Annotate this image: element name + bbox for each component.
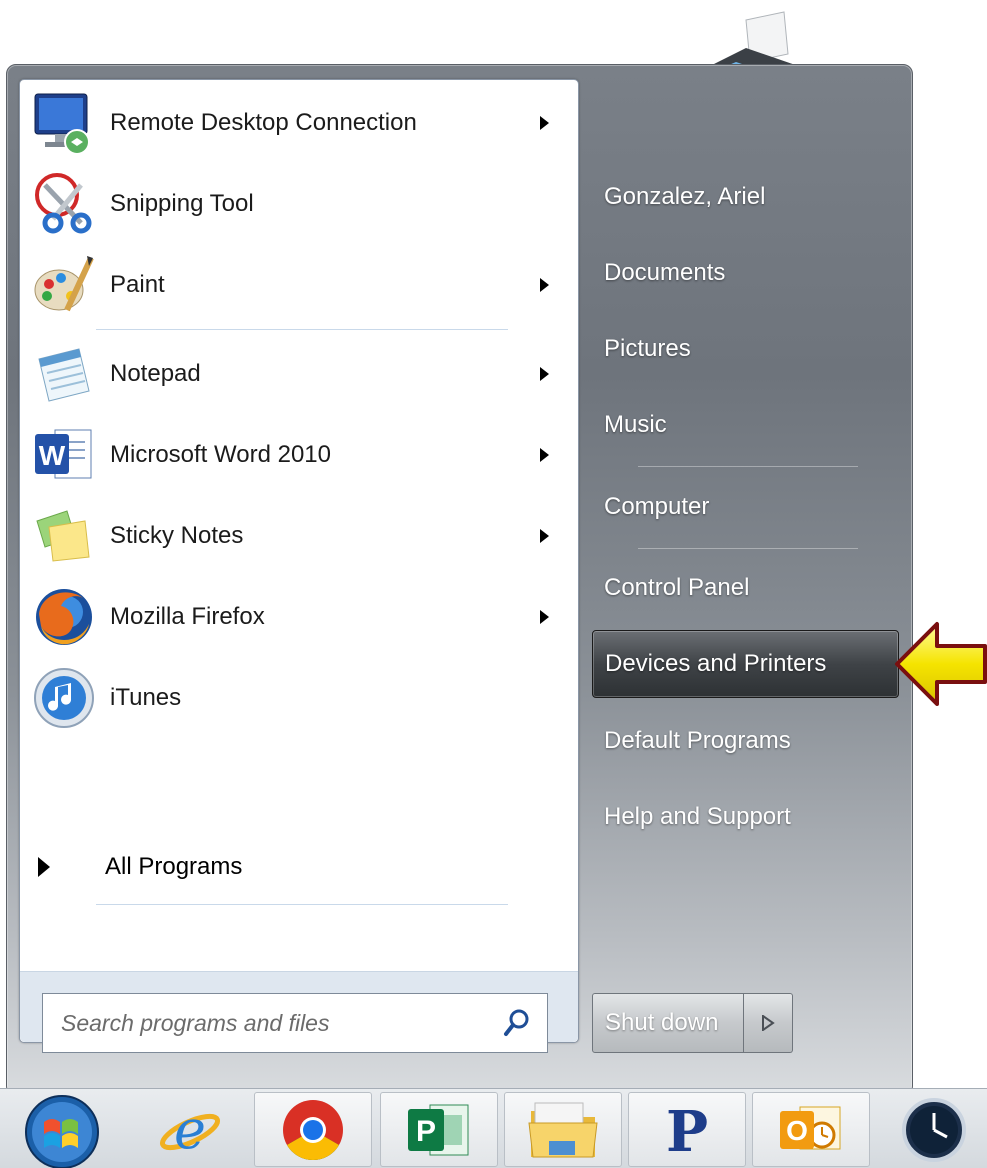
right-item-computer[interactable]: Computer (592, 477, 897, 537)
publisher-icon[interactable]: P (380, 1092, 498, 1167)
program-item-word[interactable]: W Microsoft Word 2010 (30, 416, 568, 494)
shutdown-options-button[interactable] (744, 993, 793, 1053)
all-programs-label: All Programs (105, 853, 243, 880)
shutdown-label: Shut down (605, 1009, 719, 1036)
scissors-icon (30, 170, 98, 238)
program-label: Notepad (110, 360, 201, 387)
shutdown-button[interactable]: Shut down (592, 993, 744, 1053)
submenu-arrow-icon[interactable] (540, 448, 549, 462)
program-item-sticky-notes[interactable]: Sticky Notes (30, 497, 568, 575)
right-item-label: Documents (604, 259, 726, 286)
right-item-pictures[interactable]: Pictures (592, 319, 897, 379)
submenu-arrow-icon[interactable] (540, 610, 549, 624)
right-item-label: Devices and Printers (605, 650, 827, 677)
internet-explorer-icon[interactable]: e (142, 1092, 238, 1167)
search-input[interactable] (59, 1008, 483, 1038)
right-item-documents[interactable]: Documents (592, 243, 897, 303)
right-item-label: Help and Support (604, 803, 791, 830)
all-programs-separator (96, 904, 508, 905)
svg-text:W: W (39, 440, 66, 471)
sticky-notes-icon (30, 502, 98, 570)
notepad-icon (30, 340, 98, 408)
expand-triangle-icon (38, 857, 50, 877)
right-item-label: Pictures (604, 335, 691, 362)
svg-text:O: O (786, 1115, 808, 1146)
right-item-music[interactable]: Music (592, 395, 897, 455)
submenu-arrow-icon[interactable] (540, 367, 549, 381)
right-item-default-programs[interactable]: Default Programs (592, 711, 897, 771)
search-box[interactable] (42, 993, 548, 1053)
program-item-snipping-tool[interactable]: Snipping Tool (30, 165, 568, 243)
outlook-icon[interactable]: O (752, 1092, 870, 1167)
remote-desktop-icon (30, 89, 98, 157)
right-item-control-panel[interactable]: Control Panel (592, 558, 897, 618)
right-item-label: Default Programs (604, 727, 791, 754)
clock-icon[interactable] (886, 1092, 982, 1167)
right-item-label: Music (604, 411, 667, 438)
program-label: iTunes (110, 684, 182, 711)
word-icon: W (30, 421, 98, 489)
submenu-arrow-icon[interactable] (540, 529, 549, 543)
right-item-label: Computer (604, 493, 710, 520)
program-item-remote-desktop[interactable]: Remote Desktop Connection (30, 84, 568, 162)
program-label: Microsoft Word 2010 (110, 441, 331, 468)
svg-text:e: e (174, 1098, 206, 1161)
svg-text:P: P (416, 1115, 436, 1148)
program-item-firefox[interactable]: Mozilla Firefox (30, 578, 568, 656)
programs-separator (96, 329, 508, 330)
all-programs-button[interactable]: All Programs (20, 843, 540, 891)
submenu-arrow-icon[interactable] (540, 116, 549, 130)
firefox-icon (30, 583, 98, 651)
yellow-arrow-icon (893, 618, 987, 714)
p-app-icon[interactable]: P (628, 1092, 746, 1167)
right-item-label: Gonzalez, Ariel (604, 183, 766, 210)
right-item-label: Control Panel (604, 574, 750, 601)
start-orb-icon[interactable] (14, 1092, 110, 1168)
program-label: Sticky Notes (110, 522, 244, 549)
paint-palette-icon (30, 251, 98, 319)
submenu-arrow-icon[interactable] (540, 278, 549, 292)
right-item-help-and-support[interactable]: Help and Support (592, 787, 897, 847)
right-item-user[interactable]: Gonzalez, Ariel (592, 167, 897, 227)
program-label: Remote Desktop Connection (110, 109, 417, 136)
right-separator (638, 466, 858, 467)
program-item-paint[interactable]: Paint (30, 246, 568, 324)
program-label: Snipping Tool (110, 190, 254, 217)
chrome-icon[interactable] (254, 1092, 372, 1167)
chevron-right-icon (762, 1015, 775, 1031)
program-label: Paint (110, 271, 165, 298)
program-label: Mozilla Firefox (110, 603, 265, 630)
right-item-devices-and-printers[interactable]: Devices and Printers (592, 630, 899, 698)
itunes-icon (30, 664, 98, 732)
program-item-notepad[interactable]: Notepad (30, 335, 568, 413)
program-item-itunes[interactable]: iTunes (30, 659, 568, 737)
file-explorer-icon[interactable] (504, 1092, 622, 1167)
right-separator (638, 548, 858, 549)
svg-text:P: P (666, 1099, 708, 1161)
search-icon[interactable] (503, 1008, 531, 1042)
